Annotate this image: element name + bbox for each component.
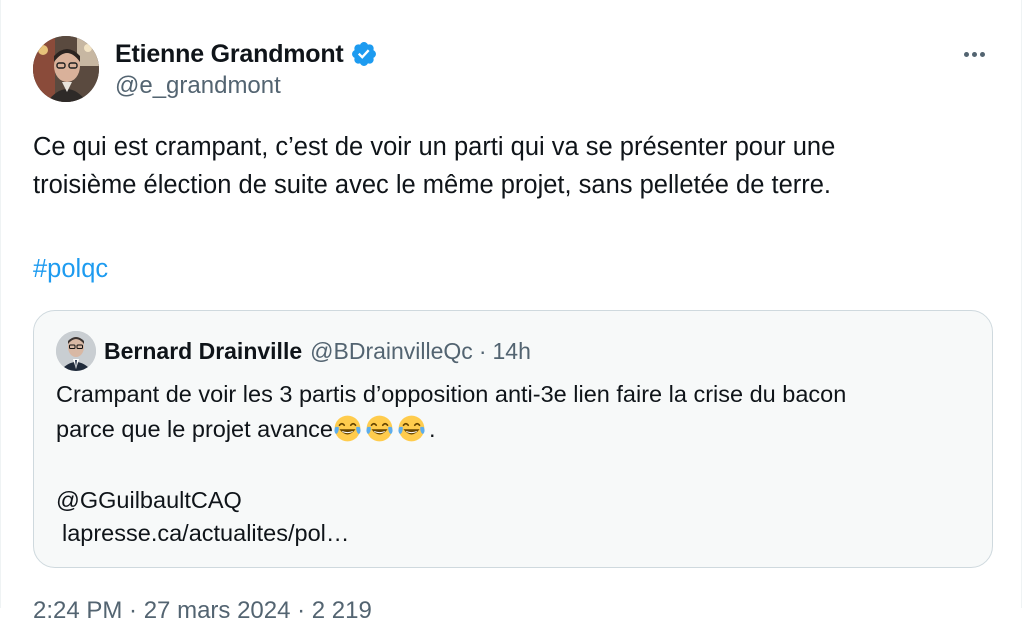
tears-of-joy-emoji-icon — [365, 414, 394, 443]
quoted-timestamp: 14h — [492, 337, 531, 364]
tears-of-joy-emoji-icon — [397, 414, 426, 443]
quoted-tweet-text: Crampant de voir les 3 partis d’oppositi… — [56, 377, 976, 447]
author-name-row: Etienne Grandmont — [115, 38, 378, 70]
quoted-text-line-2: parce que le projet avance. — [56, 412, 976, 447]
quoted-separator: · — [478, 337, 487, 364]
author-display-name[interactable]: Etienne Grandmont — [115, 40, 344, 69]
quoted-mention: @GGuilbaultCAQ — [56, 487, 242, 513]
author-handle[interactable]: @e_grandmont — [115, 72, 281, 100]
tears-of-joy-emoji-icon — [333, 414, 362, 443]
quoted-tweet-header: Bernard Drainville @BDrainvilleQc · 14h — [56, 331, 531, 371]
tweet-text-line: Ce qui est crampant, c’est de voir un pa… — [33, 133, 836, 161]
quoted-author-avatar — [56, 331, 96, 371]
more-horizontal-icon[interactable] — [959, 42, 989, 66]
quoted-author-avatar-image — [56, 331, 96, 371]
hashtag-link[interactable]: #polqc — [33, 250, 108, 288]
quoted-author-handle: @BDrainvilleQc — [310, 337, 473, 364]
author-avatar-image — [33, 36, 99, 102]
quoted-link: lapresse.ca/actualites/pol… — [62, 520, 350, 546]
quoted-text-line: Crampant de voir les 3 partis d’oppositi… — [56, 381, 847, 407]
tweet-timestamp-views[interactable]: 2:24 PM · 27 mars 2024 · 2 219 — [33, 596, 372, 626]
quoted-tweet[interactable]: Bernard Drainville @BDrainvilleQc · 14h … — [33, 310, 993, 568]
tweet-header: Etienne Grandmont @e_grandmont — [33, 34, 991, 106]
quoted-author-display-name: Bernard Drainville — [104, 337, 303, 364]
quoted-text-line-2-end: . — [428, 416, 436, 442]
author-avatar[interactable] — [33, 36, 99, 102]
verified-badge-icon[interactable] — [350, 40, 378, 68]
tweet-text: Ce qui est crampant, c’est de voir un pa… — [33, 128, 993, 204]
tweet-card: Etienne Grandmont @e_grandmont Ce qui es… — [0, 0, 1022, 624]
quoted-text-line-2-start: parce que le projet avance — [56, 416, 333, 442]
emoji-group — [333, 414, 429, 443]
tweet-text-line: troisième élection de suite avec le même… — [33, 171, 831, 199]
